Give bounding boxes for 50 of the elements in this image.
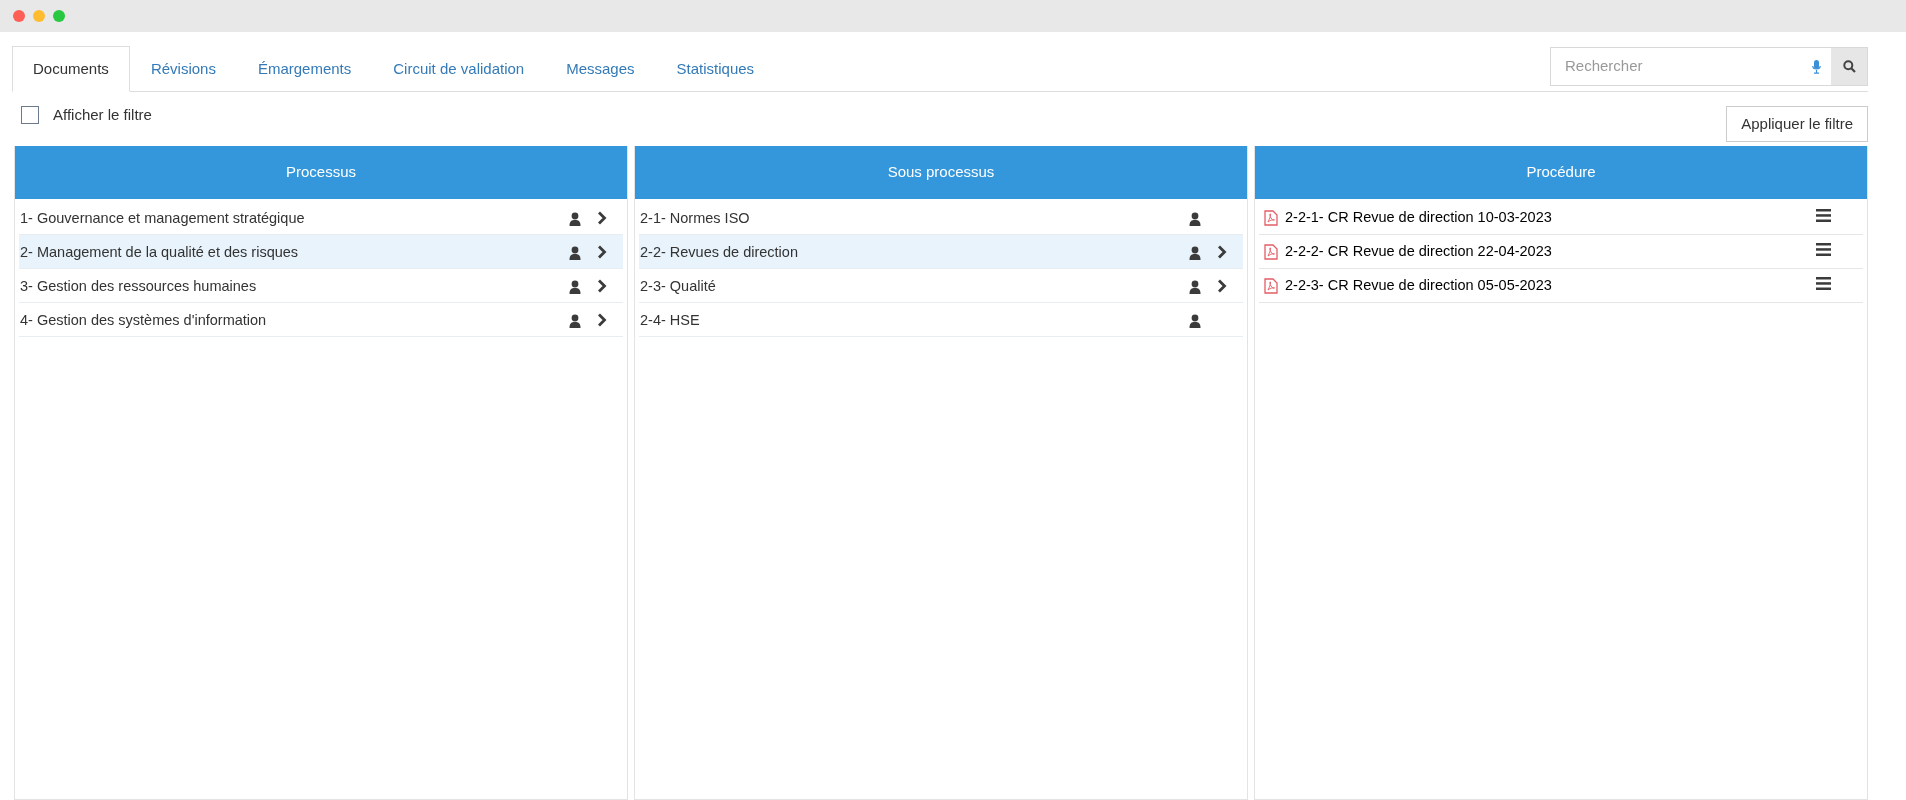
chevron-right-icon[interactable]	[597, 279, 607, 293]
user-icon[interactable]	[1189, 212, 1201, 226]
item-label: 2- Management de la qualité et des risques	[20, 243, 300, 262]
menu-icon[interactable]	[1816, 243, 1831, 256]
item-label: 2-3- Qualité	[640, 277, 717, 296]
user-icon[interactable]	[569, 212, 581, 226]
item-label: 4- Gestion des systèmes d'information	[20, 311, 268, 330]
item-label: 2-4- HSE	[640, 311, 701, 330]
user-icon[interactable]	[1189, 246, 1201, 260]
microphone-icon[interactable]	[1812, 59, 1821, 74]
list-item[interactable]: 2-2- Revues de direction	[639, 235, 1243, 269]
pdf-file-icon	[1264, 209, 1278, 226]
chevron-right-icon[interactable]	[597, 245, 607, 259]
search-box[interactable]: Rechercher	[1550, 47, 1868, 86]
search-button[interactable]	[1831, 48, 1867, 85]
filter-checkbox[interactable]	[21, 106, 39, 125]
chevron-right-icon[interactable]	[1217, 245, 1227, 259]
search-icon	[1842, 60, 1856, 73]
menu-icon[interactable]	[1816, 209, 1831, 222]
menu-icon[interactable]	[1816, 277, 1831, 290]
column-header: Sous processus	[635, 146, 1247, 199]
document-name: 2-2-2- CR Revue de direction 22-04-2023	[1285, 241, 1553, 261]
search-field[interactable]: Rechercher	[1551, 48, 1812, 85]
chevron-right-icon[interactable]	[597, 313, 607, 327]
chevron-right-icon[interactable]	[1217, 279, 1227, 293]
filter-label: Afficher le filtre	[53, 105, 152, 125]
document-name: 2-2-3- CR Revue de direction 05-05-2023	[1285, 275, 1553, 295]
column-header: Processus	[15, 146, 627, 199]
list-item[interactable]: 2- Management de la qualité et des risques	[19, 235, 623, 269]
item-label: 2-1- Normes ISO	[640, 209, 751, 228]
pdf-file-icon	[1264, 277, 1278, 294]
column-header: Procédure	[1255, 146, 1867, 199]
document-name: 2-2-1- CR Revue de direction 10-03-2023	[1285, 207, 1553, 227]
tab[interactable]: Émargements	[236, 46, 373, 92]
tab[interactable]: Statistiques	[655, 46, 776, 92]
item-label: 2-2- Revues de direction	[640, 243, 799, 262]
pdf-file-icon	[1264, 243, 1278, 260]
chevron-right-icon[interactable]	[597, 211, 607, 225]
tab[interactable]: Circuit de validation	[372, 46, 546, 92]
user-icon[interactable]	[569, 246, 581, 260]
item-label: 1- Gouvernance et management stratégique	[20, 209, 306, 228]
apply-filter-button[interactable]: Appliquer le filtre	[1726, 106, 1868, 142]
tab[interactable]: Révisions	[129, 46, 237, 92]
tab[interactable]: Documents	[12, 46, 130, 92]
tab[interactable]: Messages	[545, 46, 656, 92]
user-icon[interactable]	[569, 314, 581, 328]
user-icon[interactable]	[1189, 314, 1201, 328]
user-icon[interactable]	[1189, 280, 1201, 294]
user-icon[interactable]	[569, 280, 581, 294]
item-label: 3- Gestion des ressources humaines	[20, 277, 258, 296]
